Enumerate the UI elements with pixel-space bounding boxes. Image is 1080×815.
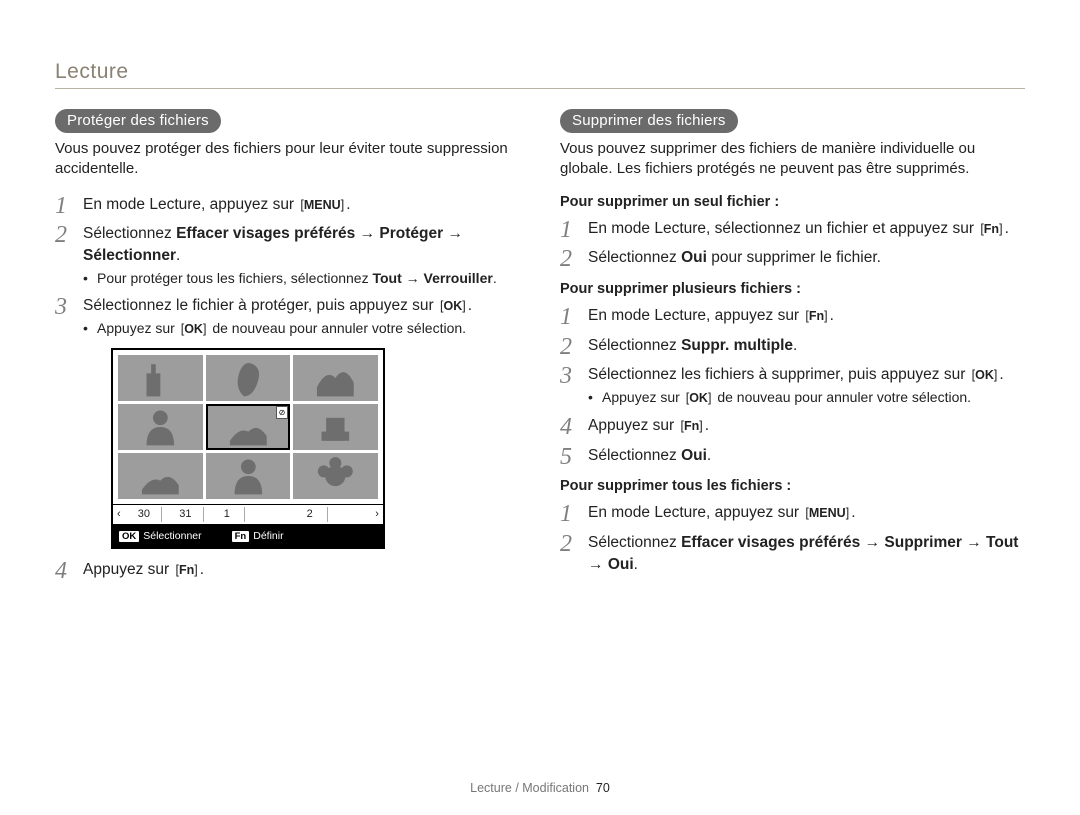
delete-single-heading: Pour supprimer un seul fichier :	[560, 194, 1025, 210]
ok-button-label: OK	[438, 298, 468, 316]
thumb	[293, 355, 378, 401]
thumb	[118, 453, 203, 499]
menu-button-label: MENU	[298, 197, 346, 215]
protect-step-4: Appuyez sur Fn.	[55, 559, 520, 581]
fn-button-label: Fn	[803, 308, 829, 326]
delete-multi-step-1: En mode Lecture, appuyez sur Fn.	[560, 305, 1025, 327]
delete-multi-step-4: Appuyez sur Fn.	[560, 415, 1025, 437]
camera-screen: ⊘	[111, 348, 385, 549]
delete-single-steps: En mode Lecture, sélectionnez un fichier…	[560, 218, 1025, 269]
fn-button-label: Fn	[978, 221, 1004, 239]
delete-multi-step-2: Sélectionnez Suppr. multiple.	[560, 335, 1025, 357]
footer: Lecture / Modification 70	[0, 781, 1080, 795]
ok-tag: OK	[119, 531, 139, 542]
ok-button-label: OK	[970, 367, 1000, 385]
thumb	[206, 355, 291, 401]
fn-button-label: Fn	[678, 418, 704, 436]
lock-icon: ⊘	[276, 406, 289, 419]
protect-intro: Vous pouvez protéger des fichiers pour l…	[55, 139, 520, 180]
pill-delete: Supprimer des fichiers	[560, 109, 738, 133]
protect-step-2-bullet: Pour protéger tous les fichiers, sélecti…	[83, 269, 520, 288]
delete-multi-step-5: Sélectionnez Oui.	[560, 445, 1025, 467]
ok-button-label: OK	[179, 321, 209, 338]
fn-tag: Fn	[232, 531, 250, 542]
delete-all-step-2: Sélectionnez Effacer visages préférés → …	[560, 532, 1025, 575]
delete-all-heading: Pour supprimer tous les fichiers :	[560, 478, 1025, 494]
delete-single-step-2: Sélectionnez Oui pour supprimer le fichi…	[560, 247, 1025, 269]
protect-step-2: Sélectionnez Effacer visages préférés → …	[55, 223, 520, 287]
pill-protect: Protéger des fichiers	[55, 109, 221, 133]
thumb	[118, 355, 203, 401]
delete-all-step-1: En mode Lecture, appuyez sur MENU.	[560, 502, 1025, 524]
col-delete: Supprimer des fichiers Vous pouvez suppr…	[560, 109, 1025, 589]
cal-cell: 31	[168, 507, 203, 522]
cal-cell: 30	[127, 507, 162, 522]
page-number: 70	[596, 781, 610, 795]
cal-next-icon: ›	[375, 507, 379, 522]
thumb-selected: ⊘	[206, 404, 291, 450]
delete-multi-steps: En mode Lecture, appuyez sur Fn. Sélecti…	[560, 305, 1025, 466]
thumb	[293, 453, 378, 499]
menu-button-label: MENU	[803, 505, 851, 523]
delete-all-steps: En mode Lecture, appuyez sur MENU. Sélec…	[560, 502, 1025, 575]
footer-text: Lecture / Modification	[470, 781, 589, 795]
protect-step-3: Sélectionnez le fichier à protéger, puis…	[55, 295, 520, 549]
protect-step-3-bullet: Appuyez sur OK de nouveau pour annuler v…	[83, 319, 520, 338]
screen-bottom-bar: OKSélectionner FnDéfinir	[113, 524, 383, 547]
ok-button-label: OK	[684, 390, 714, 407]
delete-single-step-1: En mode Lecture, sélectionnez un fichier…	[560, 218, 1025, 240]
delete-multi-step-3-bullet: Appuyez sur OK de nouveau pour annuler v…	[588, 388, 1025, 407]
protect-steps: En mode Lecture, appuyez sur MENU. Sélec…	[55, 194, 520, 581]
delete-intro: Vous pouvez supprimer des fichiers de ma…	[560, 139, 1025, 180]
delete-multi-step-3: Sélectionnez les fichiers à supprimer, p…	[560, 364, 1025, 407]
rule	[55, 88, 1025, 89]
thumb	[118, 404, 203, 450]
protect-step-1: En mode Lecture, appuyez sur MENU.	[55, 194, 520, 216]
delete-multi-heading: Pour supprimer plusieurs fichiers :	[560, 281, 1025, 297]
calendar-strip: ‹ 30 31 1 2 ›	[113, 504, 383, 524]
thumb	[206, 453, 291, 499]
col-protect: Protéger des fichiers Vous pouvez protég…	[55, 109, 520, 589]
fn-button-label: Fn	[173, 562, 199, 580]
thumb	[293, 404, 378, 450]
section-header: Lecture	[55, 60, 1025, 84]
cal-prev-icon: ‹	[117, 507, 121, 522]
cal-cell: 2	[292, 507, 327, 522]
cal-cell: 1	[210, 507, 245, 522]
thumb-grid: ⊘	[113, 350, 383, 504]
